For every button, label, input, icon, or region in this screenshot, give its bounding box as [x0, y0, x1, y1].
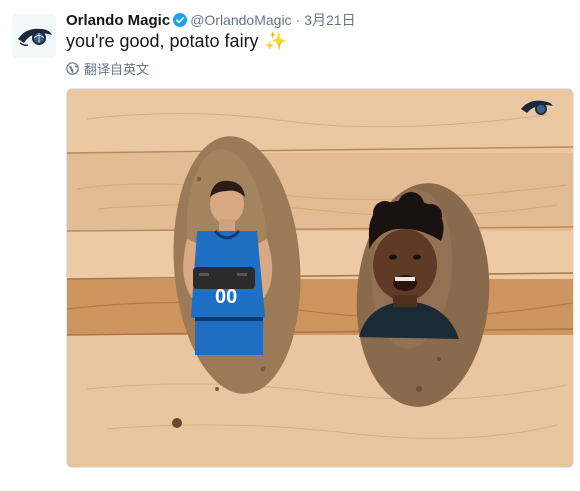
separator-dot: · [295, 12, 301, 28]
tweet-text: you're good, potato fairy ✨ [66, 31, 287, 52]
svg-text:00: 00 [215, 286, 237, 308]
sparkles-emoji: ✨ [264, 31, 287, 51]
potato-photo: 00 [67, 89, 573, 467]
tweet-card: Orlando Magic @OrlandoMagic · 3月21日 you'… [0, 0, 580, 491]
orlando-magic-logo-icon [18, 28, 52, 46]
verified-badge-icon [173, 13, 188, 27]
translate-label[interactable]: 翻译自英文 [84, 59, 149, 78]
tweet-photo[interactable]: 00 [66, 88, 574, 468]
display-name[interactable]: Orlando Magic [66, 12, 170, 29]
tweet-text-body: you're good, potato fairy [66, 31, 259, 51]
translate-link[interactable]: 翻译自英文 [66, 59, 149, 78]
timestamp[interactable]: 3月21日 [304, 10, 355, 30]
globe-icon [66, 62, 79, 75]
handle[interactable]: @OrlandoMagic [190, 12, 291, 28]
avatar[interactable] [12, 14, 56, 58]
tweet-header: Orlando Magic @OrlandoMagic · 3月21日 [66, 10, 356, 30]
